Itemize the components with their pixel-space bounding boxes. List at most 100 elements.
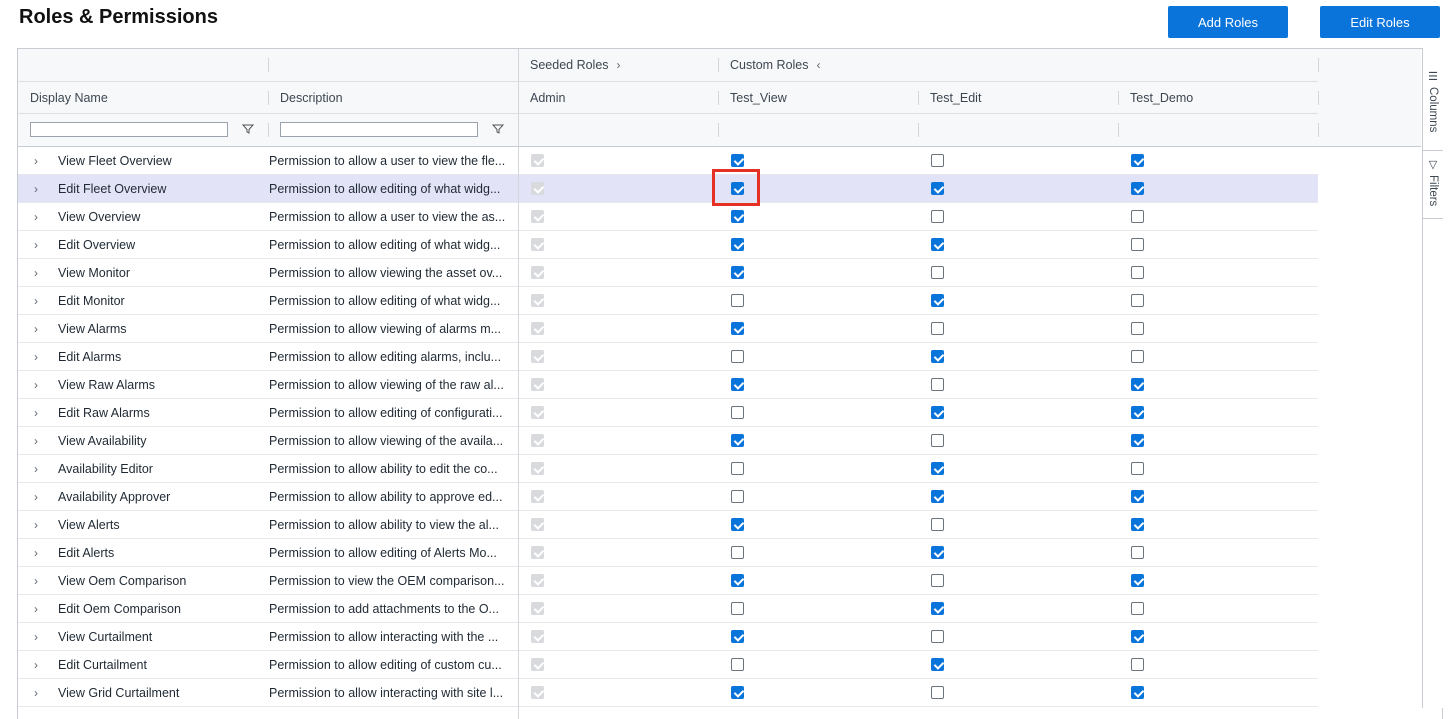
table-row[interactable]: › View Grid Curtailment Permission to allo… xyxy=(18,679,1318,707)
expand-chevron-icon[interactable]: › xyxy=(34,343,38,371)
table-row[interactable]: › Availability Approver Permission to allo… xyxy=(18,483,1318,511)
checkbox-view[interactable] xyxy=(731,238,744,251)
description-filter-input[interactable] xyxy=(280,122,478,137)
expand-chevron-icon[interactable]: › xyxy=(34,231,38,259)
display-name-filter-input[interactable] xyxy=(30,122,228,137)
checkbox-edit[interactable] xyxy=(931,546,944,559)
column-header-test-view[interactable]: Test_View xyxy=(718,82,918,114)
column-header-test-edit[interactable]: Test_Edit xyxy=(918,82,1118,114)
table-row[interactable]: › View Alerts Permission to allow ability … xyxy=(18,511,1318,539)
checkbox-edit[interactable] xyxy=(931,294,944,307)
checkbox-demo[interactable] xyxy=(1131,238,1144,251)
checkbox-demo[interactable] xyxy=(1131,686,1144,699)
expand-chevron-icon[interactable]: › xyxy=(34,679,38,707)
checkbox-edit[interactable] xyxy=(931,686,944,699)
checkbox-demo[interactable] xyxy=(1131,434,1144,447)
checkbox-demo[interactable] xyxy=(1131,294,1144,307)
checkbox-view[interactable] xyxy=(731,266,744,279)
checkbox-view[interactable] xyxy=(731,294,744,307)
chevron-right-icon[interactable]: › xyxy=(617,58,621,72)
checkbox-demo[interactable] xyxy=(1131,378,1144,391)
checkbox-edit[interactable] xyxy=(931,266,944,279)
checkbox-view[interactable] xyxy=(731,154,744,167)
checkbox-edit[interactable] xyxy=(931,490,944,503)
columns-tab[interactable]: ☰ Columns xyxy=(1423,64,1443,151)
chevron-left-icon[interactable]: ‹ xyxy=(817,58,821,72)
checkbox-demo[interactable] xyxy=(1131,574,1144,587)
checkbox-demo[interactable] xyxy=(1131,602,1144,615)
table-row[interactable]: › Edit Curtailment Permission to allow edi… xyxy=(18,651,1318,679)
table-row[interactable]: › View Overview Permission to allow a user… xyxy=(18,203,1318,231)
table-row[interactable]: › View Alarms Permission to allow viewing … xyxy=(18,315,1318,343)
column-header-admin[interactable]: Admin xyxy=(518,82,718,114)
checkbox-edit[interactable] xyxy=(931,462,944,475)
checkbox-demo[interactable] xyxy=(1131,322,1144,335)
expand-chevron-icon[interactable]: › xyxy=(34,455,38,483)
checkbox-view[interactable] xyxy=(731,182,744,195)
expand-chevron-icon[interactable]: › xyxy=(34,623,38,651)
table-row[interactable]: › Availability Editor Permission to allow … xyxy=(18,455,1318,483)
checkbox-edit[interactable] xyxy=(931,406,944,419)
checkbox-demo[interactable] xyxy=(1131,210,1144,223)
filter-icon[interactable] xyxy=(242,123,254,135)
expand-chevron-icon[interactable]: › xyxy=(34,511,38,539)
table-row[interactable]: › Edit Alarms Permission to allow editing … xyxy=(18,343,1318,371)
table-row[interactable]: › View Curtailment Permission to allow int… xyxy=(18,623,1318,651)
table-row[interactable]: › View Fleet Overview Permission to allow … xyxy=(18,147,1318,175)
checkbox-view[interactable] xyxy=(731,210,744,223)
checkbox-demo[interactable] xyxy=(1131,490,1144,503)
group-header-seeded-roles[interactable]: Seeded Roles › xyxy=(518,49,718,81)
checkbox-view[interactable] xyxy=(731,462,744,475)
expand-chevron-icon[interactable]: › xyxy=(34,175,38,203)
checkbox-edit[interactable] xyxy=(931,434,944,447)
table-row[interactable]: › Edit Oem Comparison Permission to add at… xyxy=(18,595,1318,623)
expand-chevron-icon[interactable]: › xyxy=(34,147,38,175)
add-roles-button[interactable]: Add Roles xyxy=(1168,6,1288,38)
column-header-display-name[interactable]: Display Name xyxy=(18,82,268,114)
checkbox-demo[interactable] xyxy=(1131,658,1144,671)
checkbox-view[interactable] xyxy=(731,378,744,391)
table-row[interactable]: › View Availability Permission to allow vi… xyxy=(18,427,1318,455)
table-row[interactable]: › View Oem Comparison Permission to view t… xyxy=(18,567,1318,595)
checkbox-edit[interactable] xyxy=(931,602,944,615)
checkbox-demo[interactable] xyxy=(1131,518,1144,531)
checkbox-demo[interactable] xyxy=(1131,462,1144,475)
expand-chevron-icon[interactable]: › xyxy=(34,567,38,595)
checkbox-view[interactable] xyxy=(731,686,744,699)
expand-chevron-icon[interactable]: › xyxy=(34,595,38,623)
checkbox-edit[interactable] xyxy=(931,350,944,363)
checkbox-view[interactable] xyxy=(731,602,744,615)
table-row[interactable]: › Edit Overview Permission to allow editin… xyxy=(18,231,1318,259)
checkbox-view[interactable] xyxy=(731,322,744,335)
checkbox-view[interactable] xyxy=(731,434,744,447)
table-row[interactable]: › View Monitor Permission to allow viewing… xyxy=(18,259,1318,287)
column-header-test-demo[interactable]: Test_Demo xyxy=(1118,82,1318,114)
filters-tab[interactable]: ▽ Filters xyxy=(1423,152,1443,219)
checkbox-edit[interactable] xyxy=(931,182,944,195)
checkbox-edit[interactable] xyxy=(931,378,944,391)
checkbox-view[interactable] xyxy=(731,630,744,643)
edit-roles-button[interactable]: Edit Roles xyxy=(1320,6,1440,38)
expand-chevron-icon[interactable]: › xyxy=(34,483,38,511)
checkbox-demo[interactable] xyxy=(1131,546,1144,559)
checkbox-edit[interactable] xyxy=(931,630,944,643)
checkbox-demo[interactable] xyxy=(1131,182,1144,195)
column-header-description[interactable]: Description xyxy=(268,82,518,114)
checkbox-view[interactable] xyxy=(731,406,744,419)
expand-chevron-icon[interactable]: › xyxy=(34,287,38,315)
expand-chevron-icon[interactable]: › xyxy=(34,371,38,399)
checkbox-view[interactable] xyxy=(731,350,744,363)
table-row[interactable]: › Edit Alerts Permission to allow editing … xyxy=(18,539,1318,567)
expand-chevron-icon[interactable]: › xyxy=(34,539,38,567)
table-row[interactable]: › Edit Monitor Permission to allow editing… xyxy=(18,287,1318,315)
checkbox-edit[interactable] xyxy=(931,322,944,335)
table-row[interactable]: › View Raw Alarms Permission to allow view… xyxy=(18,371,1318,399)
checkbox-demo[interactable] xyxy=(1131,406,1144,419)
table-row[interactable]: › Edit Raw Alarms Permission to allow edit… xyxy=(18,399,1318,427)
checkbox-edit[interactable] xyxy=(931,154,944,167)
expand-chevron-icon[interactable]: › xyxy=(34,315,38,343)
checkbox-edit[interactable] xyxy=(931,210,944,223)
filter-icon[interactable] xyxy=(492,123,504,135)
checkbox-view[interactable] xyxy=(731,546,744,559)
checkbox-demo[interactable] xyxy=(1131,266,1144,279)
